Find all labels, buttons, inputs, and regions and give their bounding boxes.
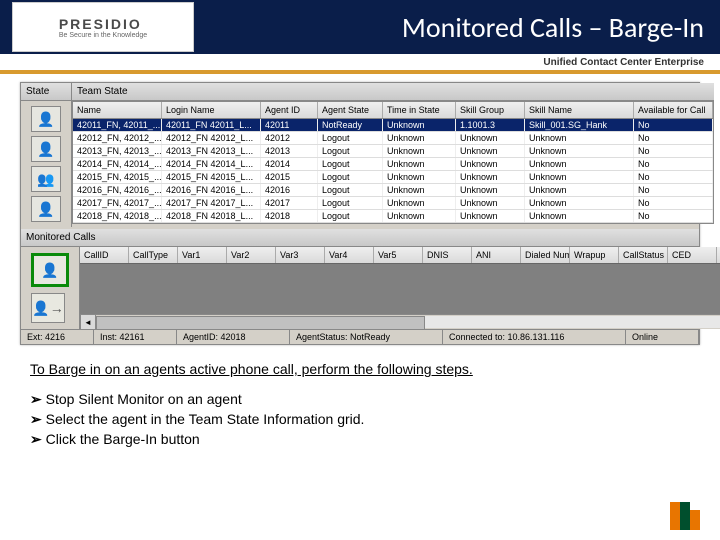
mon-col[interactable]: CED: [668, 247, 717, 263]
mon-col[interactable]: DNIS: [423, 247, 472, 263]
monitor-buttons: 👤 👤→: [21, 247, 80, 329]
mon-col[interactable]: Var4: [325, 247, 374, 263]
team-grid-header: Name Login Name Agent ID Agent State Tim…: [73, 102, 713, 119]
agent-notready-icon[interactable]: 👤: [31, 136, 61, 162]
logo-brand: PRESIDIO: [59, 16, 142, 32]
slide-title: Monitored Calls – Barge-In: [402, 10, 704, 45]
instructions: To Barge in on an agents active phone ca…: [30, 361, 690, 448]
mon-col[interactable]: Wrapup: [570, 247, 619, 263]
mon-col[interactable]: Var5: [374, 247, 423, 263]
agent-logout-icon[interactable]: 👥: [31, 166, 61, 192]
slide-header: PRESIDIO Be Secure in the Knowledge Moni…: [0, 0, 720, 54]
col-agent[interactable]: Agent ID: [261, 102, 318, 118]
col-state[interactable]: Agent State: [318, 102, 383, 118]
mon-col[interactable]: CallStatus: [619, 247, 668, 263]
mon-col[interactable]: Var2: [227, 247, 276, 263]
status-state: AgentStatus: NotReady: [290, 330, 443, 344]
instructions-intro: To Barge in on an agents active phone ca…: [30, 361, 690, 377]
mon-col[interactable]: CallType: [129, 247, 178, 263]
team-state-panel: Team State Name Login Name Agent ID Agen…: [72, 83, 714, 227]
slide-subtitle: Unified Contact Center Enterprise: [0, 54, 720, 74]
monitored-calls-panel: Monitored Calls 👤 👤→ CallIDCallTypeVar1V…: [21, 229, 699, 329]
table-row[interactable]: 42011_FN, 42011_...42011_FN 42011_L...42…: [73, 119, 713, 132]
status-inst: Inst: 42161: [94, 330, 177, 344]
status-agent: AgentID: 42018: [177, 330, 290, 344]
col-name[interactable]: Name: [73, 102, 162, 118]
instruction-step: Click the Barge-In button: [30, 431, 690, 448]
state-panel-title: State: [21, 83, 71, 101]
mon-col[interactable]: Var3: [276, 247, 325, 263]
status-conn: Connected to: 10.86.131.116: [443, 330, 626, 344]
intercept-button[interactable]: 👤→: [31, 293, 65, 323]
team-state-grid[interactable]: Name Login Name Agent ID Agent State Tim…: [72, 101, 714, 224]
col-time[interactable]: Time in State: [383, 102, 456, 118]
um-logo: [670, 502, 700, 530]
logo-tagline: Be Secure in the Knowledge: [59, 32, 147, 39]
agent-ready-icon[interactable]: 👤: [31, 106, 61, 132]
monitored-calls-grid[interactable]: CallIDCallTypeVar1Var2Var3Var4Var5DNISAN…: [80, 247, 720, 329]
monitored-calls-title: Monitored Calls: [21, 229, 699, 247]
horizontal-scrollbar[interactable]: ◄ ►: [80, 314, 720, 329]
scroll-left-icon[interactable]: ◄: [80, 314, 96, 330]
table-row[interactable]: 42012_FN, 42012_...42012_FN 42012_L...42…: [73, 132, 713, 145]
col-login[interactable]: Login Name: [162, 102, 261, 118]
table-row[interactable]: 42016_FN, 42016_...42016_FN 42016_L...42…: [73, 184, 713, 197]
monitored-grid-header: CallIDCallTypeVar1Var2Var3Var4Var5DNISAN…: [80, 247, 720, 264]
agent-workready-icon[interactable]: 👤: [31, 196, 61, 222]
status-ext: Ext: 4216: [21, 330, 94, 344]
status-online: Online: [626, 330, 699, 344]
table-row[interactable]: 42015_FN, 42015_...42015_FN 42015_L...42…: [73, 171, 713, 184]
col-avail[interactable]: Available for Call: [634, 102, 713, 118]
table-row[interactable]: 42014_FN, 42014_...42014_FN 42014_L...42…: [73, 158, 713, 171]
ctios-window: State 👤 👤 👥 👤 Team State Name Login Name…: [20, 82, 700, 345]
table-row[interactable]: 42018_FN, 42018_...42018_FN 42018_L...42…: [73, 210, 713, 223]
mon-col[interactable]: Var1: [178, 247, 227, 263]
state-panel: State 👤 👤 👥 👤: [21, 83, 72, 227]
barge-in-button[interactable]: 👤: [31, 253, 69, 287]
mon-col[interactable]: ANI: [472, 247, 521, 263]
mon-col[interactable]: Dialed Number: [521, 247, 570, 263]
col-skname[interactable]: Skill Name: [525, 102, 634, 118]
table-row[interactable]: 42017_FN, 42017_...42017_FN 42017_L...42…: [73, 197, 713, 210]
presidio-logo: PRESIDIO Be Secure in the Knowledge: [12, 2, 194, 52]
instruction-step: Select the agent in the Team State Infor…: [30, 411, 690, 428]
team-state-title: Team State: [72, 83, 714, 101]
scroll-thumb[interactable]: [96, 316, 425, 330]
col-skill[interactable]: Skill Group: [456, 102, 525, 118]
table-row[interactable]: 42013_FN, 42013_...42013_FN 42013_L...42…: [73, 145, 713, 158]
mon-col[interactable]: CallID: [80, 247, 129, 263]
instruction-step: Stop Silent Monitor on an agent: [30, 391, 690, 408]
status-bar: Ext: 4216 Inst: 42161 AgentID: 42018 Age…: [21, 329, 699, 344]
